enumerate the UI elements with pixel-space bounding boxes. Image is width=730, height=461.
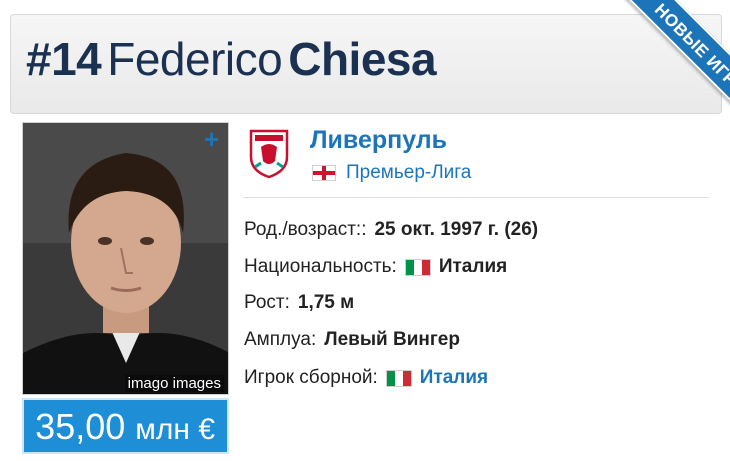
england-flag-icon [312, 165, 336, 181]
height-row: Рост: 1,75 м [244, 290, 354, 316]
position-row: Амплуа: Левый Вингер [244, 327, 460, 353]
nationality-label: Национальность: [244, 256, 397, 277]
italy-flag-icon [385, 369, 412, 387]
club-name-link[interactable]: Ливерпуль [310, 126, 447, 155]
player-card: #14 Federico Chiesa НОВЫЕ ИГРОКИ imago ima… [0, 0, 730, 461]
birth-row: Род./возраст:: 25 окт. 1997 г. (26) [244, 217, 538, 243]
club-crest-icon[interactable] [247, 127, 291, 179]
nationality-value: Италия [438, 256, 508, 277]
birth-value: 25 окт. 1997 г. (26) [374, 219, 539, 240]
national-team-label: Игрок сборной: [244, 367, 378, 388]
height-value: 1,75 м [297, 292, 355, 313]
divider [244, 197, 709, 198]
new-players-ribbon[interactable]: НОВЫЕ ИГРОКИ [580, 0, 730, 130]
plus-icon[interactable]: + [204, 126, 219, 152]
league-link[interactable]: Премьер-Лига [346, 162, 471, 184]
position-label: Амплуа: [244, 329, 317, 350]
market-value-amount: 35,00 [35, 406, 126, 447]
height-label: Рост: [244, 292, 290, 313]
first-name: Federico [107, 33, 283, 85]
last-name: Chiesa [288, 33, 437, 85]
league-line: Премьер-Лига [312, 162, 471, 184]
position-value: Левый Вингер [324, 329, 460, 350]
market-value[interactable]: 35,00 млн € [22, 398, 229, 454]
italy-flag-icon [404, 258, 431, 276]
market-value-unit: млн € [135, 413, 215, 446]
shirt-number: #14 [26, 33, 102, 85]
ribbon-label: НОВЫЕ ИГРОКИ [616, 0, 730, 130]
national-team-row: Игрок сборной: Италия [244, 365, 488, 391]
player-portrait-image [23, 123, 228, 394]
nationality-row: Национальность: Италия [244, 254, 507, 280]
national-team-link[interactable]: Италия [420, 367, 488, 389]
player-title: #14 Federico Chiesa [26, 33, 437, 85]
photo-credit: imago images [124, 375, 224, 392]
birth-label: Род./возраст:: [244, 219, 367, 240]
player-photo[interactable]: imago images [22, 122, 229, 395]
